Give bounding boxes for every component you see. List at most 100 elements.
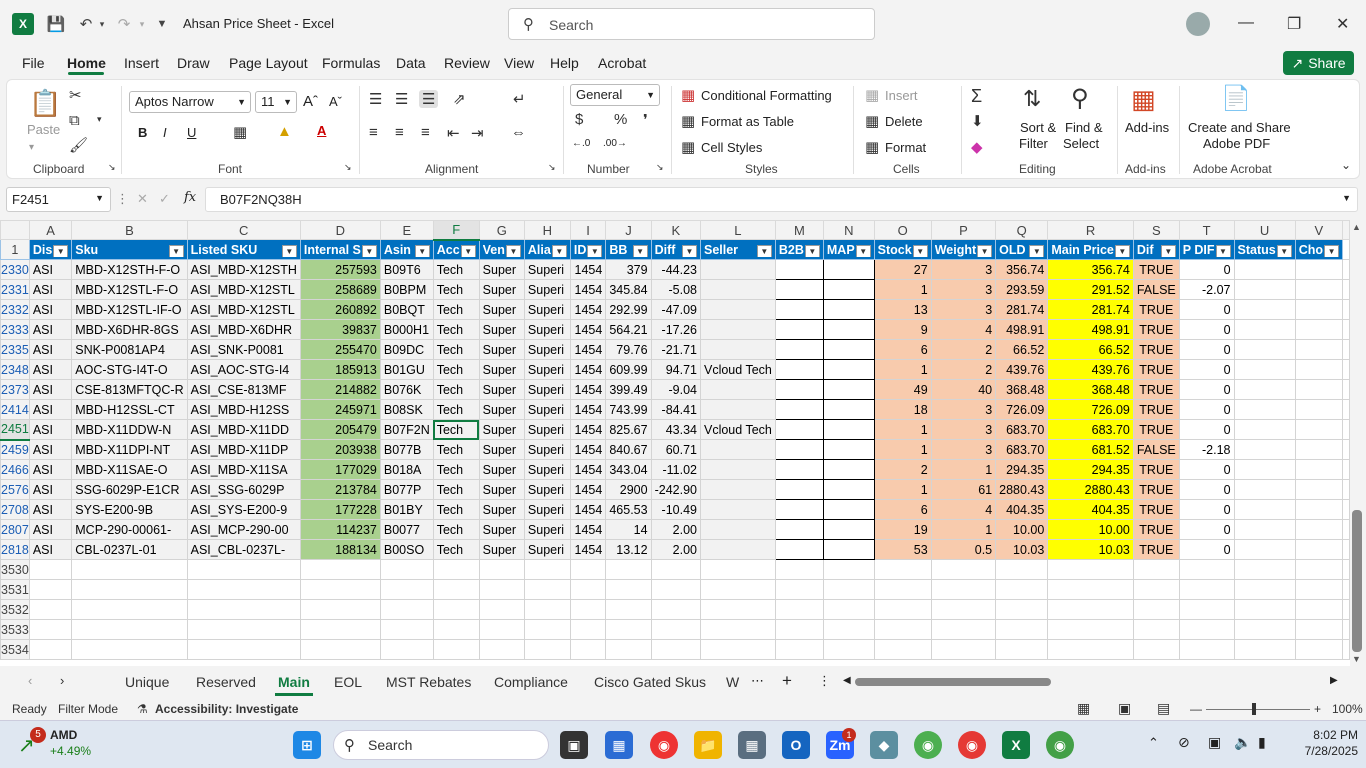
table-header-cell[interactable]: B2B ▼ [774, 239, 824, 260]
file-explorer-icon[interactable]: 📁 [694, 731, 722, 759]
zoom-out-icon[interactable]: — [1190, 702, 1202, 716]
table-cell[interactable]: 0 [1178, 319, 1235, 340]
normal-view-icon[interactable]: ▦ [1077, 700, 1090, 717]
column-header[interactable]: S [1132, 220, 1180, 240]
table-cell[interactable] [1294, 319, 1344, 340]
table-cell[interactable]: Super [478, 519, 525, 540]
empty-cell[interactable] [1342, 319, 1350, 340]
zoom-in-icon[interactable]: + [1314, 702, 1321, 716]
table-cell[interactable]: 39837 [299, 319, 381, 340]
table-cell[interactable]: ASI_MBD-X11SA [186, 459, 301, 480]
table-cell[interactable]: Super [478, 499, 525, 520]
table-cell[interactable] [822, 439, 875, 460]
volume-icon[interactable]: 🔈 [1234, 734, 1251, 751]
empty-cell[interactable] [1132, 619, 1180, 640]
table-cell[interactable]: 368.48 [1047, 379, 1134, 400]
table-cell[interactable] [822, 339, 875, 360]
table-cell[interactable]: 4 [930, 319, 997, 340]
table-cell[interactable] [1294, 539, 1344, 560]
empty-cell[interactable] [1342, 259, 1350, 280]
table-header-cell[interactable]: Seller ▼ [699, 239, 776, 260]
table-cell[interactable]: MCP-290-00061- [71, 519, 188, 540]
filter-active-icon[interactable]: ▼ [505, 244, 521, 257]
table-cell[interactable]: MBD-X6DHR-8GS [71, 319, 188, 340]
table-header-cell[interactable]: Asin ▼ [379, 239, 434, 260]
table-cell[interactable]: 94.71 [650, 359, 701, 380]
network-icon[interactable]: ⊘ [1178, 734, 1190, 751]
table-cell[interactable] [774, 459, 824, 480]
menu-page-layout[interactable]: Page Layout [229, 55, 308, 71]
vertical-scroll-thumb[interactable] [1352, 510, 1362, 652]
table-cell[interactable]: Superi [523, 439, 571, 460]
table-cell[interactable]: B09T6 [379, 259, 434, 280]
table-cell[interactable] [699, 539, 776, 560]
table-cell[interactable]: TRUE [1132, 539, 1180, 560]
table-cell[interactable]: TRUE [1132, 479, 1180, 500]
table-cell[interactable]: 825.67 [605, 419, 652, 440]
table-cell[interactable] [822, 519, 875, 540]
table-cell[interactable]: 2 [873, 459, 932, 480]
format-cells-button[interactable]: Format [885, 140, 926, 155]
table-cell[interactable] [822, 299, 875, 320]
page-layout-view-icon[interactable]: ▣ [1118, 700, 1131, 717]
column-header[interactable]: B [71, 220, 188, 240]
align-bottom-icon[interactable]: ☰ [419, 90, 439, 108]
table-cell[interactable]: 0 [1178, 459, 1235, 480]
table-cell[interactable]: TRUE [1132, 419, 1180, 440]
table-cell[interactable]: B076K [379, 379, 434, 400]
scroll-right-icon[interactable]: ▶ [1330, 675, 1338, 686]
outlook-icon[interactable]: O [782, 731, 810, 759]
row-header[interactable]: 1 [0, 239, 30, 260]
empty-cell[interactable] [1294, 619, 1344, 640]
table-cell[interactable]: -10.49 [650, 499, 701, 520]
table-cell[interactable]: Super [478, 259, 525, 280]
empty-cell[interactable] [774, 599, 824, 620]
table-cell[interactable] [1233, 379, 1296, 400]
empty-cell[interactable] [186, 639, 301, 660]
empty-cell[interactable] [1178, 639, 1235, 660]
table-cell[interactable]: B07F2N [379, 419, 434, 440]
paste-dropdown-icon[interactable]: ▾ [29, 142, 34, 153]
table-cell[interactable] [1294, 419, 1344, 440]
table-cell[interactable] [774, 539, 824, 560]
table-cell[interactable]: ASI [28, 419, 73, 440]
table-cell[interactable]: ASI [28, 399, 73, 420]
table-cell[interactable]: 1 [873, 439, 932, 460]
column-header[interactable]: J [605, 220, 652, 240]
number-launcher-icon[interactable]: ↘ [656, 162, 664, 173]
confirm-entry-icon[interactable]: ✓ [159, 191, 170, 207]
empty-cell[interactable] [650, 559, 701, 580]
delete-cells-icon[interactable]: ▦ [865, 112, 879, 130]
empty-cell[interactable] [1233, 599, 1296, 620]
table-cell[interactable]: Superi [523, 479, 571, 500]
table-cell[interactable] [699, 459, 776, 480]
cancel-entry-icon[interactable]: ✕ [137, 191, 148, 207]
empty-cell[interactable] [650, 619, 701, 640]
avatar[interactable] [1186, 12, 1210, 36]
table-cell[interactable]: 10.00 [1047, 519, 1134, 540]
menu-review[interactable]: Review [444, 55, 490, 71]
table-cell[interactable]: ASI_SSG-6029P [186, 479, 301, 500]
table-cell[interactable]: 726.09 [1047, 399, 1134, 420]
table-cell[interactable] [699, 519, 776, 540]
table-cell[interactable]: ASI [28, 439, 73, 460]
table-cell[interactable]: 49 [873, 379, 932, 400]
table-cell[interactable]: 1454 [569, 259, 607, 280]
align-top-icon[interactable]: ☰ [369, 90, 382, 108]
column-header[interactable]: O [873, 220, 932, 240]
table-cell[interactable]: Superi [523, 279, 571, 300]
column-header[interactable]: L [699, 220, 776, 240]
table-cell[interactable]: 683.70 [995, 419, 1049, 440]
table-cell[interactable]: 257593 [299, 259, 381, 280]
empty-cell[interactable] [995, 639, 1049, 660]
app-icon[interactable]: ◆ [870, 731, 898, 759]
empty-cell[interactable] [1342, 499, 1350, 520]
empty-cell[interactable] [822, 559, 875, 580]
table-cell[interactable] [1294, 459, 1344, 480]
table-cell[interactable]: Tech [432, 299, 480, 320]
table-cell[interactable]: B077P [379, 479, 434, 500]
table-cell[interactable] [1233, 419, 1296, 440]
menu-insert[interactable]: Insert [124, 55, 159, 71]
table-cell[interactable] [1233, 519, 1296, 540]
table-header-cell[interactable]: Internal S ▼ [299, 239, 381, 260]
